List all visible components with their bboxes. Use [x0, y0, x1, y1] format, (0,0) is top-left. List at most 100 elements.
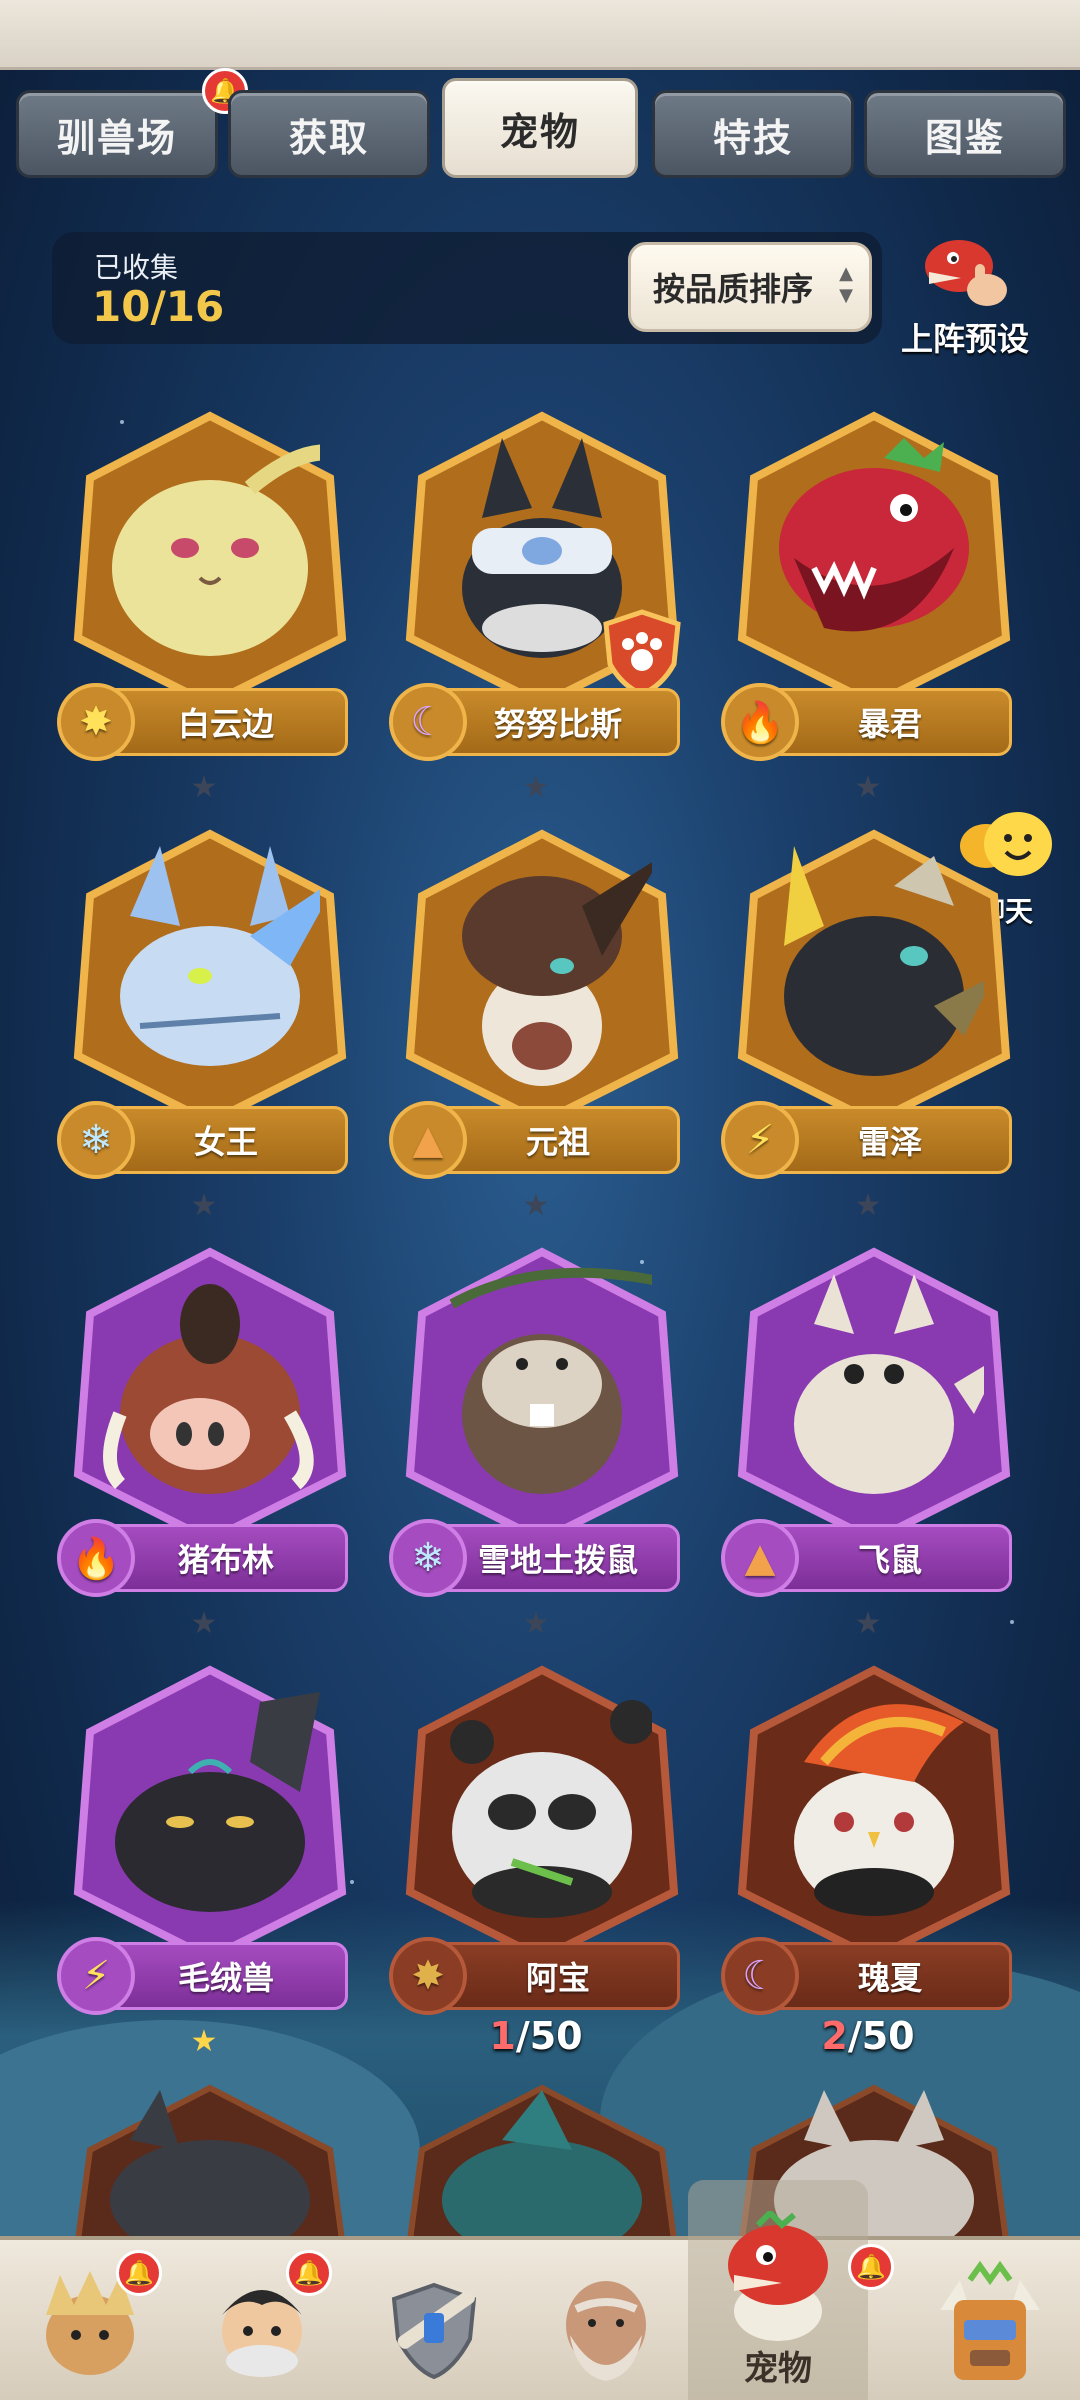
pet-card[interactable]: ❄ 女王 ★: [57, 826, 360, 1226]
star-rating: ★: [190, 770, 218, 805]
tab-skills[interactable]: 特技: [652, 90, 854, 178]
bell-notification-icon: 🔔: [116, 2250, 162, 2296]
earth-element-icon: ▲: [389, 1101, 467, 1179]
star-rating: ★: [522, 770, 550, 805]
pet-name-bar: 🔥 暴君: [721, 683, 1012, 761]
pet-card[interactable]: ❄ 雪地土拨鼠 ★: [389, 1244, 692, 1644]
red-dino-hand-icon: [915, 226, 1015, 314]
pet-name: 猪布林: [177, 1541, 274, 1579]
pet-card-partial[interactable]: [70, 2080, 350, 2260]
pet-name: 阿宝: [525, 1959, 590, 1997]
tab-label: 获取: [288, 115, 369, 160]
tab-label: 驯兽场: [56, 115, 177, 160]
pet-name: 毛绒兽: [177, 1959, 274, 1997]
pet-name-bar: ▲ 飞鼠: [721, 1519, 1012, 1597]
pet-card[interactable]: ✸ 白云边 ★: [57, 408, 360, 808]
pet-portrait-fire-bird: [794, 1704, 964, 1916]
earth-element-icon: ▲: [721, 1519, 799, 1597]
nav-pets[interactable]: 宠物: [688, 2180, 868, 2400]
pet-card[interactable]: 🔥 暴君 ★: [721, 408, 1024, 808]
tab-label: 特技: [712, 115, 793, 160]
progress-total: /50: [515, 2014, 583, 2058]
pet-name: 白云边: [177, 705, 274, 743]
pet-card[interactable]: ☾ 努努比斯 ★: [389, 408, 692, 808]
star-rating: ★: [854, 1606, 882, 1641]
nav-equipment[interactable]: [354, 2260, 514, 2390]
star-rating: ★: [854, 1188, 882, 1223]
pet-card[interactable]: ☾ 瑰夏 2/50: [721, 1662, 1024, 2062]
star-rating: ★: [854, 770, 882, 805]
pet-portrait-thunder-beast: [784, 846, 984, 1076]
pet-card[interactable]: 🔥 猪布林 ★: [57, 1244, 360, 1644]
collected-count: 10/16: [92, 282, 225, 331]
bell-notification-icon: 🔔: [848, 2244, 894, 2290]
nav-elder[interactable]: [526, 2260, 686, 2390]
nav-totem[interactable]: [910, 2260, 1070, 2390]
sort-arrows-icon: ▲ ▼: [839, 263, 853, 306]
pet-name: 元祖: [525, 1123, 590, 1161]
star-rating: ★: [190, 1188, 218, 1223]
tab-obtain[interactable]: 获取: [228, 90, 430, 178]
tab-training-ground[interactable]: 驯兽场: [16, 90, 218, 178]
pet-name: 女王: [193, 1123, 258, 1161]
pet-card[interactable]: ▲ 飞鼠 ★: [721, 1244, 1024, 1644]
pet-name-bar: ❄ 女王: [57, 1101, 348, 1179]
pet-portrait-ice-dragon: [120, 846, 320, 1066]
bell-notification-icon: 🔔: [286, 2250, 332, 2296]
pet-name: 努努比斯: [493, 705, 622, 743]
pet-name: 飞鼠: [857, 1541, 922, 1579]
tribal-totem-icon: [940, 2260, 1040, 2380]
pet-name-bar: ✸ 白云边: [57, 683, 348, 761]
pet-portrait-flying-squirrel: [794, 1274, 984, 1494]
nav-pets-label: 宠物: [744, 2349, 812, 2389]
progress-current: 1: [489, 2014, 516, 2058]
pet-portrait-teal-dragon: [406, 2084, 678, 2260]
star-rating: ★: [522, 1188, 550, 1223]
pet-name: 暴君: [857, 705, 922, 743]
top-header-strip: [0, 0, 1080, 70]
tab-bar: 驯兽场 🔔 获取 宠物 特技 图鉴: [0, 68, 1080, 188]
sun-element-icon: ✸: [57, 683, 135, 761]
progress-current: 2: [821, 2014, 848, 2058]
pet-name-bar: ☾ 努努比斯: [389, 683, 680, 761]
shard-progress: 2/50: [724, 2014, 1012, 2058]
fire-element-icon: 🔥: [57, 1519, 135, 1597]
shard-progress: 1/50: [392, 2014, 680, 2058]
star-rating: ★: [522, 1606, 550, 1641]
pet-portrait-dark-wolf: [74, 2084, 346, 2260]
tab-codex[interactable]: 图鉴: [864, 90, 1066, 178]
pet-card[interactable]: ✸ 阿宝 1/50: [389, 1662, 692, 2062]
pet-portrait-fluffy-beast: [115, 1692, 320, 1912]
progress-total: /50: [847, 2014, 915, 2058]
pet-name-bar: ✸ 阿宝: [389, 1937, 680, 2015]
pet-card[interactable]: ⚡ 雷泽 ★: [721, 826, 1024, 1226]
star-rating-filled: ★: [190, 2024, 218, 2059]
moon-element-icon: ☾: [721, 1937, 799, 2015]
sort-by-quality-button[interactable]: 按品质排序 ▲ ▼: [628, 242, 872, 332]
tab-label: 图鉴: [924, 115, 1005, 160]
pet-portrait-snow-marmot: [449, 1267, 652, 1494]
pet-name-bar: ☾ 瑰夏: [721, 1937, 1012, 2015]
lineup-preset-button[interactable]: 上阵预设: [890, 226, 1040, 358]
ice-element-icon: ❄: [389, 1519, 467, 1597]
pet-name: 瑰夏: [857, 1959, 922, 1997]
pet-portrait-panda: [450, 1700, 652, 1918]
pet-card[interactable]: ⚡ 毛绒兽 ★: [57, 1662, 360, 2062]
red-dino-pet-icon: [728, 2211, 828, 2341]
tab-label: 宠物: [499, 109, 580, 154]
pet-portrait-red-tyrant: [779, 438, 969, 632]
pet-name: 雪地土拨鼠: [477, 1541, 638, 1579]
pet-card-partial[interactable]: [402, 2080, 682, 2260]
fire-element-icon: 🔥: [721, 683, 799, 761]
collected-label: 已收集: [94, 251, 179, 284]
star-rating: ★: [190, 1606, 218, 1641]
pet-name-bar: 🔥 猪布林: [57, 1519, 348, 1597]
pet-name-bar: ⚡ 雷泽: [721, 1101, 1012, 1179]
tab-pets[interactable]: 宠物: [442, 78, 638, 178]
ice-element-icon: ❄: [57, 1101, 135, 1179]
thunder-element-icon: ⚡: [57, 1937, 135, 2015]
sword-shield-icon: [391, 2282, 477, 2380]
bottom-navigation: 🔔 🔔 宠物 🔔: [0, 2180, 1080, 2400]
pet-name: 雷泽: [857, 1123, 922, 1161]
pet-card[interactable]: ▲ 元祖 ★: [389, 826, 692, 1226]
